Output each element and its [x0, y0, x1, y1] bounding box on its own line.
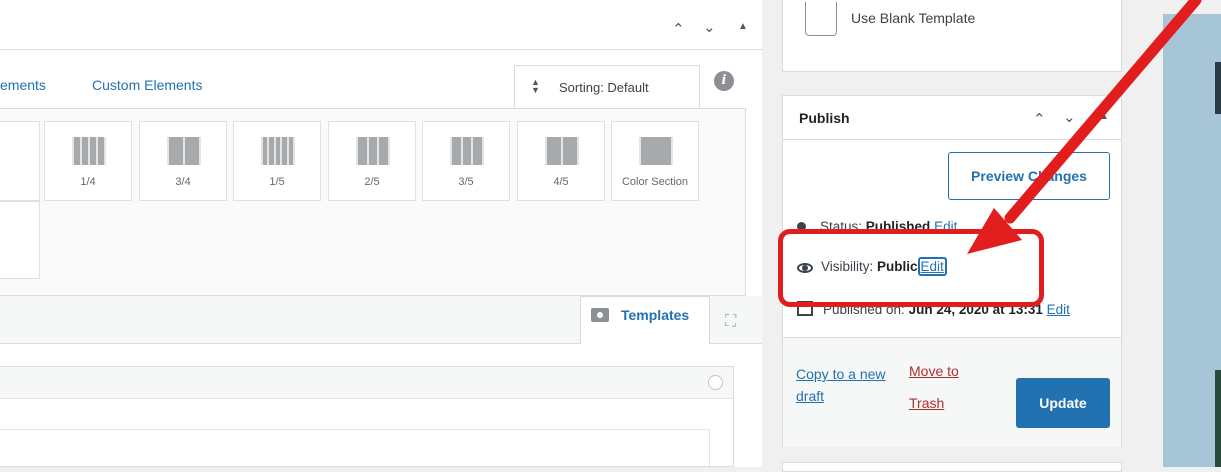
row-toggle-icon[interactable] [708, 375, 723, 390]
page-attributes-box: Use Blank Template [782, 0, 1122, 72]
fullscreen-icon[interactable]: ⛶ [725, 313, 736, 331]
preview-strip [1163, 14, 1221, 467]
element-tile-label: Color Section [621, 176, 689, 188]
column-layout-icon [545, 137, 579, 165]
templates-tab[interactable]: Templates [580, 296, 710, 344]
move-down-icon[interactable]: ⌄ [703, 18, 716, 36]
move-down-icon[interactable]: ⌄ [1063, 108, 1076, 126]
column-layout-icon [356, 137, 390, 165]
element-tile-label: 2/5 [364, 176, 380, 188]
element-tile[interactable]: 3/4 [139, 121, 227, 201]
collapse-toggle-icon[interactable]: ▲ [1099, 111, 1109, 122]
update-button[interactable]: Update [1016, 378, 1110, 428]
preview-strip-edge [1215, 62, 1221, 114]
preview-strip-edge [1215, 370, 1221, 467]
templates-icon [591, 308, 609, 322]
element-tile[interactable]: Color Section [611, 121, 699, 201]
sorting-dropdown[interactable]: ▲ ▼ Sorting: Default [514, 65, 700, 109]
element-tile[interactable]: 1/4 [44, 121, 132, 201]
element-tile[interactable]: 1/5 [233, 121, 321, 201]
info-icon[interactable]: i [714, 71, 734, 91]
preview-changes-button[interactable]: Preview Changes [948, 152, 1110, 200]
blank-template-checkbox[interactable] [805, 2, 837, 36]
move-up-icon[interactable]: ⌃ [672, 20, 685, 38]
row-header [0, 367, 733, 399]
publish-title: Publish [799, 110, 850, 126]
major-publishing-actions: Copy to a new draft Move to Trash Update [783, 337, 1121, 447]
page-builder-panel: ⌃ ⌄ ▲ ements Custom Elements ▲ ▼ Sorting:… [0, 0, 762, 469]
copy-to-draft-link[interactable]: Copy to a new draft [796, 363, 906, 407]
sort-arrows-icon: ▲ ▼ [531, 77, 540, 95]
element-tile[interactable]: 3/5 [422, 121, 510, 201]
move-to-trash-link[interactable]: Move to Trash [909, 355, 989, 419]
collapse-toggle-icon[interactable]: ▲ [738, 21, 748, 32]
element-tile[interactable]: 2/5 [328, 121, 416, 201]
column-layout-icon [261, 137, 295, 165]
element-tile[interactable]: 4/5 [517, 121, 605, 201]
tab-elements[interactable]: ements [0, 77, 46, 93]
element-tile-label: 4/5 [553, 176, 569, 188]
blank-template-label: Use Blank Template [851, 10, 976, 26]
element-grid: 1/4 3/4 1/5 2/5 3/5 4/5 Color Section [0, 108, 746, 296]
row-content [0, 429, 710, 469]
publish-header: Publish ⌃ ⌄ ▲ [783, 96, 1121, 140]
sorting-label: Sorting: Default [559, 80, 649, 95]
column-layout-icon [72, 137, 106, 165]
tab-custom-elements[interactable]: Custom Elements [92, 77, 202, 93]
move-up-icon[interactable]: ⌃ [1033, 110, 1046, 128]
next-meta-box [782, 462, 1122, 472]
builder-row [0, 366, 734, 469]
element-tile-label: 3/4 [175, 176, 191, 188]
builder-header: ⌃ ⌄ ▲ [0, 8, 762, 50]
element-tile-partial[interactable] [0, 201, 40, 279]
column-layout-icon [639, 137, 673, 165]
column-layout-icon [450, 137, 484, 165]
element-tile-label: 3/5 [458, 176, 474, 188]
column-layout-icon [167, 137, 201, 165]
element-tile-partial[interactable] [0, 121, 40, 201]
templates-label: Templates [621, 307, 690, 323]
element-tile-label: 1/5 [269, 176, 285, 188]
published-edit-link[interactable]: Edit [1047, 302, 1070, 317]
element-tile-label: 1/4 [80, 176, 96, 188]
highlight-box [778, 229, 1044, 307]
